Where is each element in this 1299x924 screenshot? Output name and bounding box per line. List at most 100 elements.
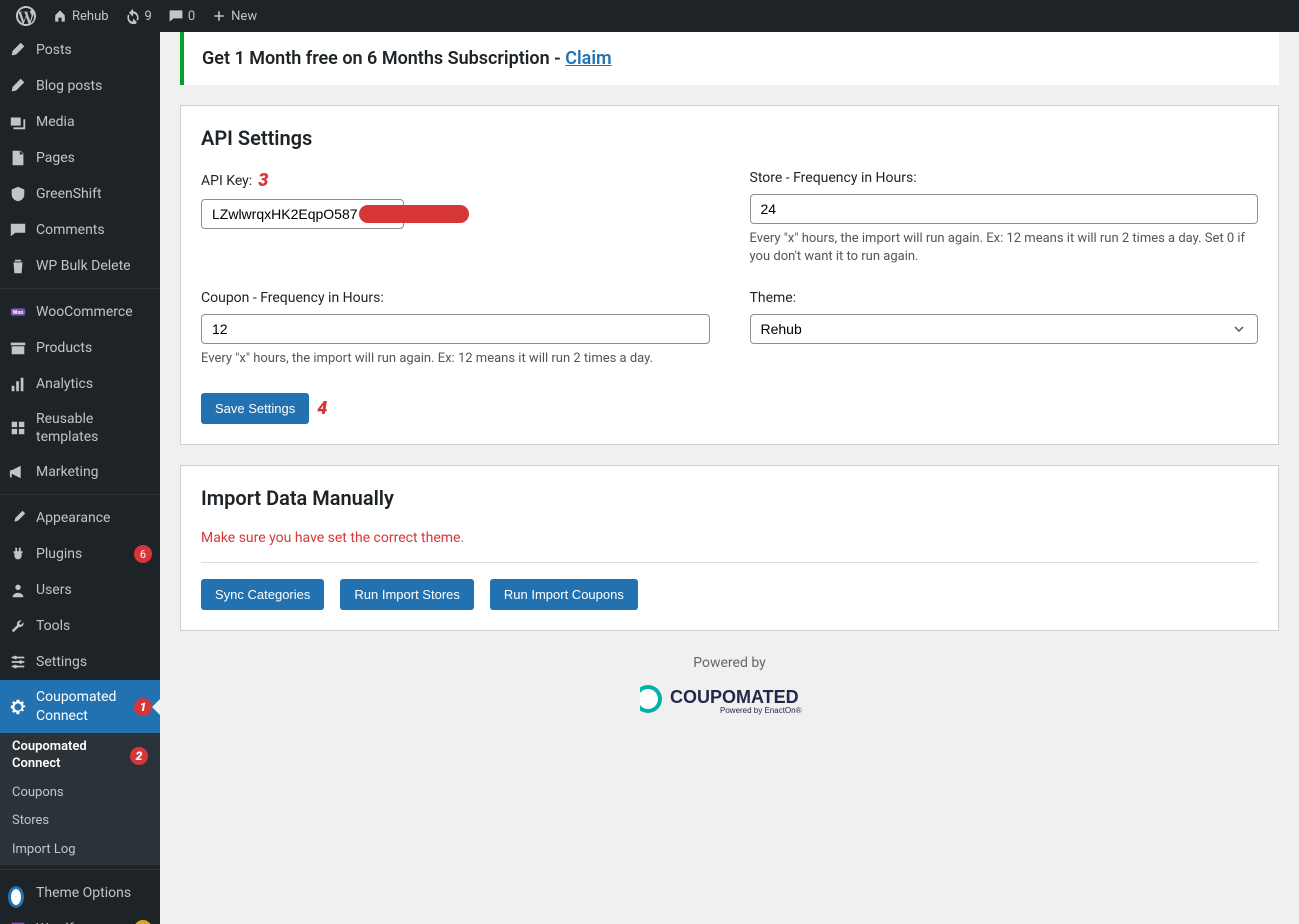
sidebar-item-label: Posts	[36, 41, 152, 59]
sidebar-item-label: Coupomated Connect	[36, 688, 134, 724]
sidebar-item-label: Marketing	[36, 463, 152, 481]
powered-by: Powered by COUPOMATED Powered by EnactOn…	[180, 631, 1279, 741]
store-freq-field: Store - Frequency in Hours: Every "x" ho…	[750, 170, 1259, 266]
sync-categories-button[interactable]: Sync Categories	[201, 579, 324, 610]
store-freq-input[interactable]	[750, 194, 1259, 224]
import-manual-panel: Import Data Manually Make sure you have …	[180, 465, 1279, 631]
pin-icon	[8, 76, 28, 96]
sidebar-item-analytics[interactable]: Analytics	[0, 366, 160, 402]
menu-separator	[0, 284, 160, 289]
store-freq-hint: Every "x" hours, the import will run aga…	[750, 230, 1259, 266]
sidebar-item-blog-posts[interactable]: Blog posts	[0, 68, 160, 104]
theme-field: Theme: Rehub	[750, 290, 1259, 368]
megaphone-icon	[8, 462, 28, 482]
promo-claim-link[interactable]: Claim	[565, 48, 611, 69]
sidebar-item-label: Wordfence	[36, 920, 130, 924]
sidebar-item-label: Media	[36, 113, 152, 131]
api-settings-panel: API Settings API Key: 3 Store - Frequenc…	[180, 105, 1279, 445]
coupon-freq-input[interactable]	[201, 314, 710, 344]
sidebar-item-label: WP Bulk Delete	[36, 257, 152, 275]
plugin-update-badge: 6	[134, 545, 152, 563]
sidebar-item-wordfence[interactable]: Wordfence 3	[0, 911, 160, 924]
submenu-coupomated-connect[interactable]: Coupomated Connect 2	[0, 733, 160, 779]
svg-text:Powered by EnactOn®: Powered by EnactOn®	[720, 706, 802, 715]
sidebar-item-tools[interactable]: Tools	[0, 608, 160, 644]
submenu-coupons[interactable]: Coupons	[0, 779, 160, 808]
api-settings-title: API Settings	[201, 126, 1258, 150]
wrench-icon	[8, 616, 28, 636]
wordfence-badge: 3	[134, 920, 152, 924]
bars-icon	[8, 374, 28, 394]
submenu-label: Coupons	[12, 785, 148, 802]
theme-select[interactable]: Rehub	[750, 314, 1259, 344]
wp-logo[interactable]	[8, 0, 44, 32]
sidebar-item-label: Appearance	[36, 509, 152, 527]
sidebar-item-pages[interactable]: Pages	[0, 140, 160, 176]
divider	[201, 562, 1258, 563]
sidebar-item-settings[interactable]: Settings	[0, 644, 160, 680]
sidebar-item-users[interactable]: Users	[0, 572, 160, 608]
sidebar-item-media[interactable]: Media	[0, 104, 160, 140]
svg-text:Woo: Woo	[13, 310, 24, 316]
user-icon	[8, 580, 28, 600]
coupon-freq-hint: Every "x" hours, the import will run aga…	[201, 350, 710, 368]
shield-icon	[8, 184, 28, 204]
promo-text: Get 1 Month free on 6 Months Subscriptio…	[202, 48, 565, 69]
sidebar-item-theme-options[interactable]: Theme Options	[0, 875, 160, 911]
sidebar-item-wp-bulk-delete[interactable]: WP Bulk Delete	[0, 248, 160, 284]
submenu-import-log[interactable]: Import Log	[0, 836, 160, 865]
admin-sidebar: Posts Blog posts Media Pages GreenShift …	[0, 32, 160, 924]
themeopt-icon	[8, 883, 28, 903]
comments-link[interactable]: 0	[160, 0, 203, 32]
coupomated-logo: COUPOMATED Powered by EnactOn®	[204, 681, 1255, 717]
sidebar-item-label: Products	[36, 339, 152, 357]
menu-separator	[0, 865, 160, 870]
archive-icon	[8, 338, 28, 358]
store-freq-label: Store - Frequency in Hours:	[750, 170, 1259, 186]
comment-count: 0	[188, 9, 195, 24]
site-link[interactable]: Rehub	[44, 0, 117, 32]
update-count: 9	[145, 9, 152, 24]
trash-icon	[8, 256, 28, 276]
sidebar-item-products[interactable]: Products	[0, 330, 160, 366]
run-import-stores-button[interactable]: Run Import Stores	[340, 579, 474, 610]
new-link[interactable]: New	[203, 0, 265, 32]
callout-1: 1	[134, 698, 152, 716]
sidebar-item-label: Comments	[36, 221, 152, 239]
sidebar-item-label: GreenShift	[36, 185, 152, 203]
callout-4: 4	[317, 398, 327, 419]
sliders-icon	[8, 652, 28, 672]
pin-icon	[8, 40, 28, 60]
submenu-label: Import Log	[12, 842, 148, 859]
admin-bar: Rehub 9 0 New	[0, 0, 1299, 32]
wf-icon	[8, 919, 28, 924]
powered-text: Powered by	[204, 655, 1255, 671]
save-settings-button[interactable]: Save Settings	[201, 393, 309, 424]
sidebar-item-label: Reusable templates	[36, 410, 152, 446]
woo-icon: Woo	[8, 302, 28, 322]
redacted-overlay	[359, 205, 469, 223]
gear-icon	[8, 697, 28, 717]
sidebar-item-label: Blog posts	[36, 77, 152, 95]
sidebar-item-comments[interactable]: Comments	[0, 212, 160, 248]
sidebar-item-coupomated-connect[interactable]: Coupomated Connect 1	[0, 680, 160, 732]
sidebar-item-label: Analytics	[36, 375, 152, 393]
sidebar-item-label: Plugins	[36, 545, 130, 563]
sidebar-item-greenshift[interactable]: GreenShift	[0, 176, 160, 212]
sidebar-item-reusable-templates[interactable]: Reusable templates	[0, 402, 160, 454]
sidebar-item-posts[interactable]: Posts	[0, 32, 160, 68]
submenu-label: Stores	[12, 813, 148, 830]
sidebar-item-label: Users	[36, 581, 152, 599]
sidebar-item-woocommerce[interactable]: Woo WooCommerce	[0, 294, 160, 330]
run-import-coupons-button[interactable]: Run Import Coupons	[490, 579, 638, 610]
menu-separator	[0, 490, 160, 495]
svg-text:COUPOMATED: COUPOMATED	[670, 687, 799, 707]
plug-icon	[8, 544, 28, 564]
sidebar-item-marketing[interactable]: Marketing	[0, 454, 160, 490]
sidebar-item-plugins[interactable]: Plugins 6	[0, 536, 160, 572]
sidebar-item-label: Theme Options	[36, 884, 152, 902]
coupon-freq-field: Coupon - Frequency in Hours: Every "x" h…	[201, 290, 710, 368]
updates-link[interactable]: 9	[117, 0, 160, 32]
sidebar-item-appearance[interactable]: Appearance	[0, 500, 160, 536]
submenu-stores[interactable]: Stores	[0, 807, 160, 836]
